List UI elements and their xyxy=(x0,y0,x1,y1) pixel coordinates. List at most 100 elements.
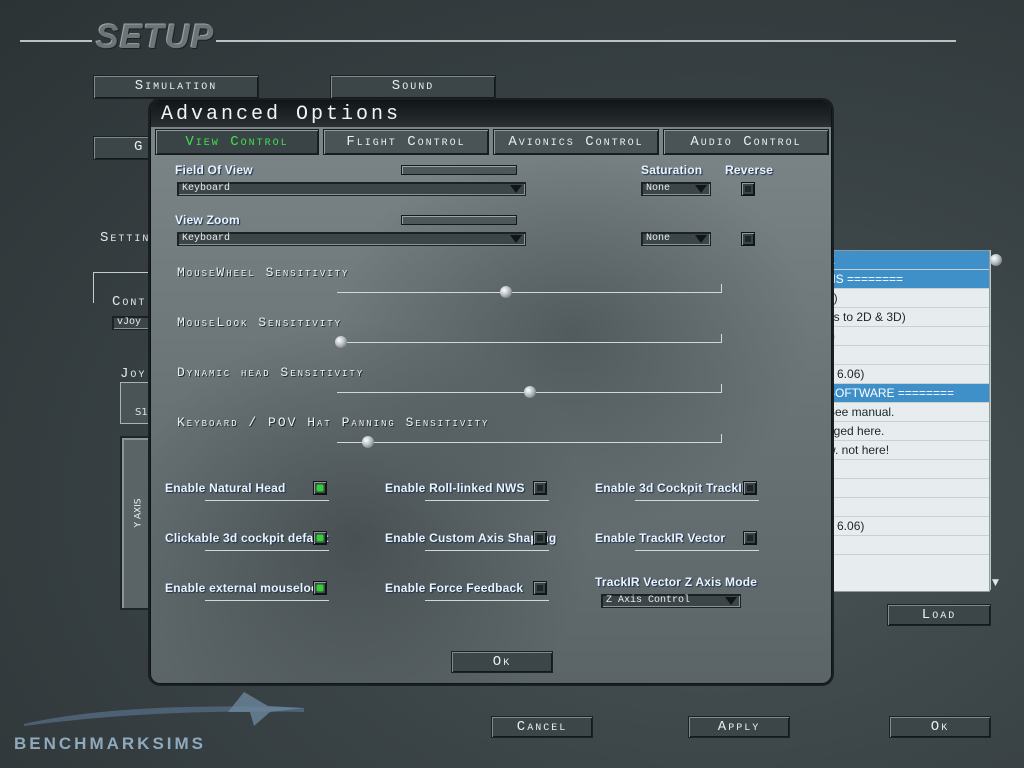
mousewheel-sensitivity-track[interactable] xyxy=(337,284,722,293)
view-zoom-saturation-select[interactable]: None xyxy=(641,232,711,246)
config-list-row[interactable] xyxy=(821,460,989,479)
mousewheel-sensitivity-thumb[interactable] xyxy=(500,286,513,298)
chevron-down-icon xyxy=(510,235,522,243)
config-list-row[interactable]: o 6.06) xyxy=(821,517,989,536)
force-feedback-checkbox[interactable] xyxy=(533,581,547,595)
field-of-view-reverse-checkbox[interactable] xyxy=(741,182,755,196)
field-of-view-source-select[interactable]: Keyboard xyxy=(177,182,526,196)
roll-linked-nws-checkbox[interactable] xyxy=(533,481,547,495)
chevron-down-icon xyxy=(510,185,522,193)
checkbox-indicator xyxy=(745,236,751,242)
row-underline xyxy=(425,500,549,501)
row-underline xyxy=(635,500,759,501)
tab-audio-control[interactable]: Audio Control xyxy=(663,129,829,155)
config-list-row[interactable]: E xyxy=(821,251,989,270)
benchmark-sims-logo xyxy=(14,690,314,730)
config-list-row[interactable]: See manual. xyxy=(821,403,989,422)
custom-axis-shaping-label: Enable Custom Axis Shaping xyxy=(385,531,557,545)
custom-axis-shaping-checkbox[interactable] xyxy=(533,531,547,545)
dynamic-head-sensitivity-thumb[interactable] xyxy=(523,386,536,398)
config-list-row[interactable]: n 6.06) xyxy=(821,365,989,384)
trackir-z-mode-label: TrackIR Vector Z Axis Mode xyxy=(595,575,758,589)
trackir-vector-label: Enable TrackIR Vector xyxy=(595,531,726,545)
cockpit-trackir-label: Enable 3d Cockpit TrackIR xyxy=(595,481,751,495)
panning-sensitivity-label: Keyboard / POV Hat Panning Sensitivity xyxy=(177,415,490,430)
tab-graphics[interactable]: G xyxy=(93,136,153,160)
track-end xyxy=(721,434,722,442)
panning-sensitivity-thumb[interactable] xyxy=(361,436,374,448)
field-of-view-indicator xyxy=(401,165,517,175)
mouselook-sensitivity-label: MouseLook Sensitivity xyxy=(177,315,343,330)
config-list[interactable]: ENS ========e)ns to 2D & 3D)))tn 6.06)SO… xyxy=(820,250,990,592)
config-list-row[interactable]: w. not here! xyxy=(821,441,989,460)
dynamic-head-sensitivity-label: Dynamic head Sensitivity xyxy=(177,365,365,380)
saturation-header: Saturation xyxy=(641,163,703,177)
mouselook-sensitivity-thumb[interactable] xyxy=(334,336,347,348)
config-list-row[interactable] xyxy=(821,536,989,555)
field-of-view-source-value: Keyboard xyxy=(182,183,231,194)
tab-avionics-control[interactable]: Avionics Control xyxy=(493,129,659,155)
ok-button[interactable]: Ok xyxy=(889,716,991,738)
config-list-row[interactable]: ns to 2D & 3D) xyxy=(821,308,989,327)
title-rule-right xyxy=(216,40,956,42)
view-zoom-label: View Zoom xyxy=(175,213,240,227)
row-underline xyxy=(635,550,759,551)
load-button[interactable]: Load xyxy=(887,604,991,626)
checkbox-indicator xyxy=(317,485,323,491)
config-list-scrollbar[interactable]: ▼ xyxy=(990,250,1002,590)
joystick-value: S1 xyxy=(135,407,148,418)
config-list-row[interactable]: NS ======== xyxy=(821,270,989,289)
config-list-row[interactable] xyxy=(821,498,989,517)
brand-benchmark: BENCHMARK xyxy=(14,734,153,753)
tab-view-control[interactable]: View Control xyxy=(155,129,319,155)
cancel-button[interactable]: Cancel xyxy=(491,716,593,738)
view-zoom-reverse-checkbox[interactable] xyxy=(741,232,755,246)
scrollbar-thumb[interactable] xyxy=(990,254,1002,266)
field-of-view-saturation-select[interactable]: None xyxy=(641,182,711,196)
config-list-row[interactable]: SOFTWARE ======== xyxy=(821,384,989,403)
checkbox-indicator xyxy=(747,535,753,541)
trackir-z-mode-select[interactable]: Z Axis Control xyxy=(601,594,741,608)
checkbox-indicator xyxy=(317,585,323,591)
trackir-vector-checkbox[interactable] xyxy=(743,531,757,545)
view-zoom-saturation-value: None xyxy=(646,233,671,244)
brand-wordmark: BENCHMARKSIMS xyxy=(14,734,206,754)
panning-sensitivity-track[interactable] xyxy=(337,434,722,443)
cockpit-trackir-checkbox[interactable] xyxy=(743,481,757,495)
scroll-down-icon[interactable]: ▼ xyxy=(992,578,999,588)
config-list-row[interactable]: )) xyxy=(821,327,989,346)
brand-sims: SIMS xyxy=(152,734,207,753)
external-mouselook-label: Enable external mouselook xyxy=(165,581,326,595)
external-mouselook-checkbox[interactable] xyxy=(313,581,327,595)
view-zoom-source-value: Keyboard xyxy=(182,233,231,244)
config-list-rows: ENS ========e)ns to 2D & 3D)))tn 6.06)SO… xyxy=(821,251,989,555)
tab-sound[interactable]: Sound xyxy=(330,75,496,99)
checkbox-indicator xyxy=(537,585,543,591)
settings-label: Settin xyxy=(100,230,151,246)
chevron-down-icon xyxy=(725,597,737,605)
dialog-title: Advanced Options xyxy=(151,101,831,127)
dialog-ok-button[interactable]: Ok xyxy=(451,651,553,673)
tab-simulation[interactable]: Simulation xyxy=(93,75,259,99)
field-of-view-saturation-value: None xyxy=(646,183,671,194)
y-axis-label: Y AXIS xyxy=(133,498,144,528)
reverse-header: Reverse xyxy=(725,163,774,177)
roll-linked-nws-label: Enable Roll-linked NWS xyxy=(385,481,525,495)
view-zoom-source-select[interactable]: Keyboard xyxy=(177,232,526,246)
natural-head-checkbox[interactable] xyxy=(313,481,327,495)
config-list-row[interactable] xyxy=(821,479,989,498)
controller-label: Cont xyxy=(112,294,147,310)
chevron-down-icon xyxy=(695,235,707,243)
track-end xyxy=(721,284,722,292)
config-list-row[interactable]: t xyxy=(821,346,989,365)
mouselook-sensitivity-track[interactable] xyxy=(337,334,722,343)
clickable-cockpit-checkbox[interactable] xyxy=(313,531,327,545)
tab-flight-control[interactable]: Flight Control xyxy=(323,129,489,155)
config-list-row[interactable]: nged here. xyxy=(821,422,989,441)
joystick-label: Joy xyxy=(120,366,147,382)
config-list-row[interactable]: e) xyxy=(821,289,989,308)
row-underline xyxy=(205,500,329,501)
row-underline xyxy=(425,600,549,601)
row-underline xyxy=(425,550,549,551)
apply-button[interactable]: Apply xyxy=(688,716,790,738)
